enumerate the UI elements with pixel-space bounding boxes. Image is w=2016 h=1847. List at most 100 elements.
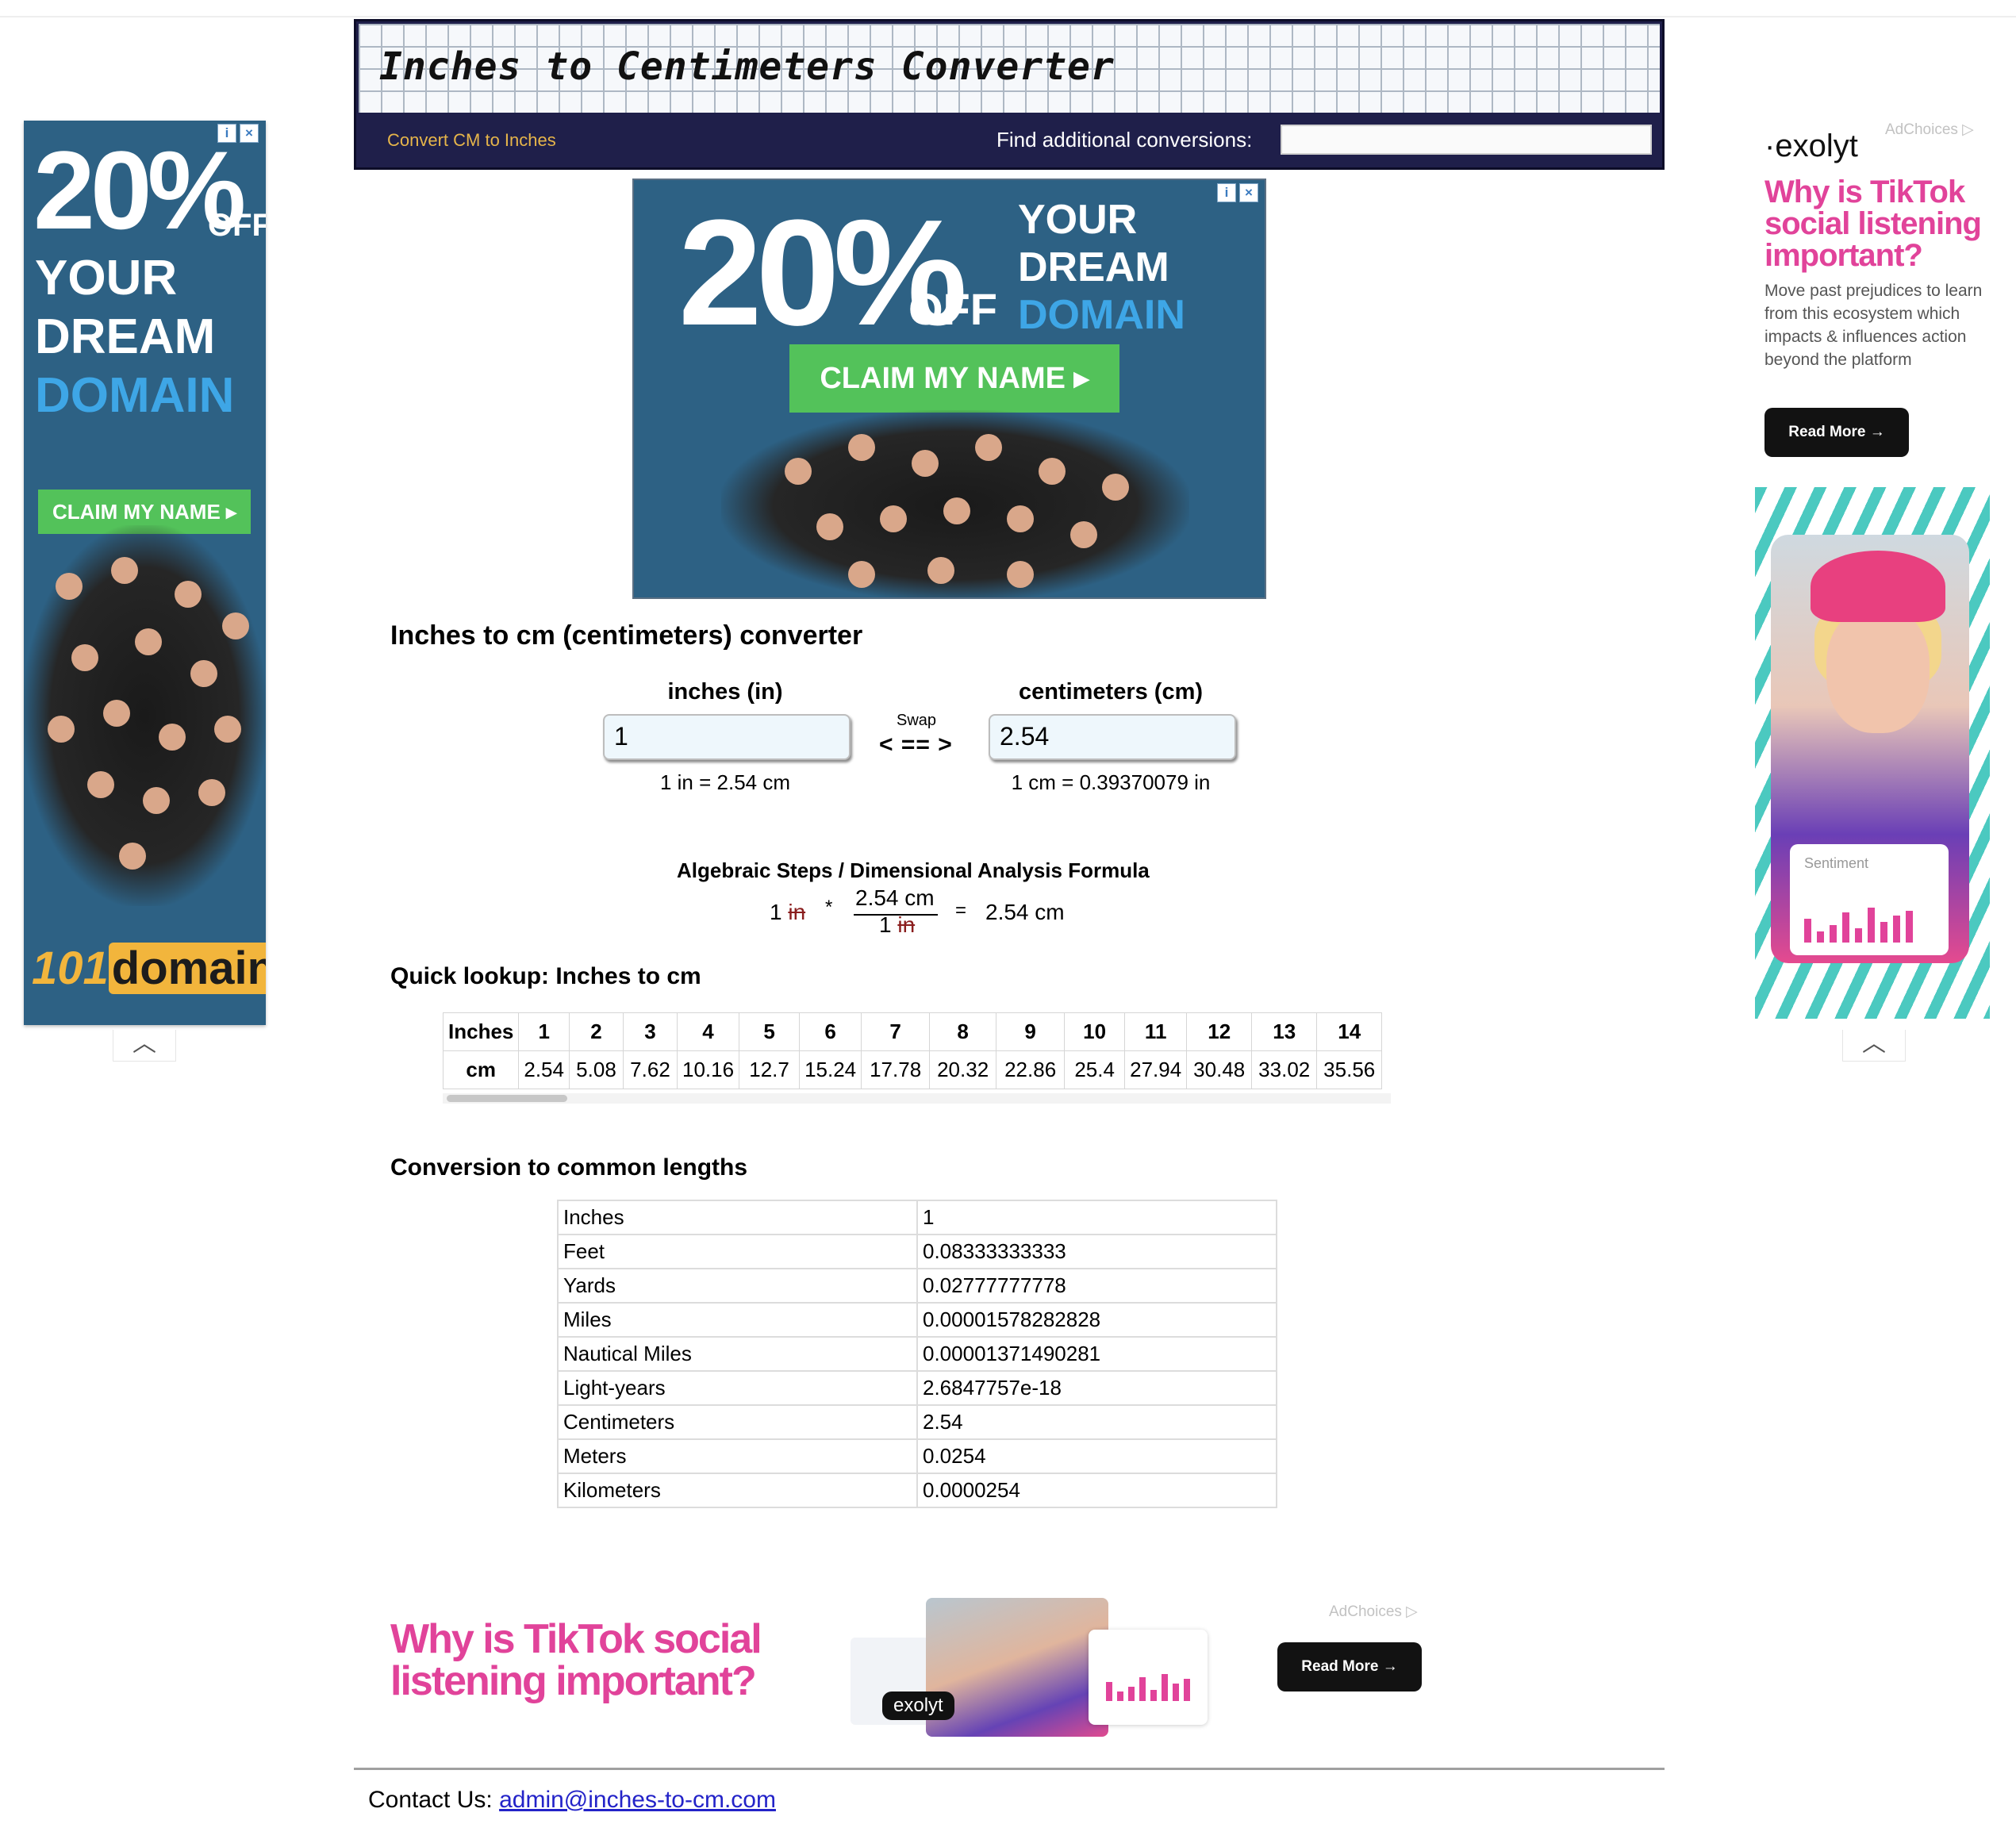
cm-cell: 20.32 — [929, 1050, 997, 1089]
inches-cell: 6 — [799, 1012, 862, 1051]
ad-close-icon[interactable]: × — [1239, 183, 1258, 202]
inches-row: Inches 1 2 3 4 5 6 7 8 9 10 11 12 13 14 — [442, 1012, 1383, 1051]
inches-cell: 5 — [739, 1012, 801, 1051]
bottom-tiktok-ad[interactable]: Why is TikTok social listening important… — [349, 1587, 1460, 1745]
formula-denominator-number: 1 — [879, 912, 892, 937]
formula-denominator-unit: in — [897, 912, 916, 937]
inches-cell: 2 — [568, 1012, 624, 1051]
inches-cell: 10 — [1064, 1012, 1126, 1051]
read-more-button[interactable]: Read More → — [1277, 1642, 1422, 1691]
model-face — [1826, 606, 1930, 733]
ad-off: OFF — [208, 208, 266, 243]
inches-cell: 13 — [1251, 1012, 1318, 1051]
cm-cell: 10.16 — [676, 1050, 740, 1089]
exolyt-logo: ·exolyt — [1764, 129, 1858, 163]
exolyt-badge: exolyt — [882, 1691, 954, 1720]
unit-value-cell: 0.00001578282828 — [916, 1302, 1277, 1338]
ad-line-domain: DOMAIN — [35, 368, 235, 423]
left-domain-ad[interactable]: i × 20% OFF YOUR DREAM DOMAIN CLAIM MY N… — [24, 121, 266, 1025]
unit-value-cell: 2.6847757e-18 — [916, 1370, 1277, 1406]
top-divider — [0, 16, 2016, 17]
common-length-row: Yards 0.02777777778 — [557, 1268, 1277, 1304]
ad-headline-line2: listening important? — [390, 1658, 757, 1704]
cm-cell: 22.86 — [996, 1050, 1066, 1089]
formula-lhs: 1 in — [770, 900, 805, 925]
ad-headline: Why is TikTok social listening important… — [390, 1619, 762, 1704]
unit-value-cell: 0.0254 — [916, 1438, 1277, 1474]
unit-value-cell: 0.00001371490281 — [916, 1336, 1277, 1372]
site-header: Inches to Centimeters Converter Convert … — [354, 19, 1665, 170]
ad-controls[interactable]: i × — [1217, 183, 1258, 202]
formula-lhs-unit: in — [788, 900, 806, 924]
unit-value-cell: 1 — [916, 1200, 1277, 1235]
collapse-right-ad-button[interactable]: ︿ — [1842, 1030, 1906, 1062]
quick-lookup-table: Inches 1 2 3 4 5 6 7 8 9 10 11 12 13 14 cm 2.54 5.08 7.… — [442, 1012, 1383, 1089]
adchoices-label[interactable]: AdChoices ▷ — [1329, 1603, 1418, 1621]
sentiment-bars — [1106, 1669, 1190, 1701]
contact-label: Contact Us: — [368, 1787, 493, 1813]
centimeters-input[interactable]: 2.54 — [989, 714, 1236, 760]
inches-cell: 11 — [1124, 1012, 1188, 1051]
unit-value-cell: 0.0000254 — [916, 1473, 1277, 1508]
common-length-row: Feet 0.08333333333 — [557, 1234, 1277, 1269]
ad-close-icon[interactable]: × — [240, 124, 259, 143]
formula-result: 2.54 cm — [985, 900, 1065, 924]
center-domain-ad[interactable]: i × 20% OFF YOUR DREAM DOMAIN CLAIM MY N… — [632, 179, 1266, 599]
unit-name-cell: Nautical Miles — [557, 1336, 918, 1372]
claim-my-name-button[interactable]: CLAIM MY NAME ▸ — [789, 344, 1119, 413]
inches-label: inches (in) — [667, 679, 783, 705]
page-title: Inches to cm (centimeters) converter — [390, 620, 863, 651]
unit-value-cell: 2.54 — [916, 1404, 1277, 1440]
common-length-row: Inches 1 — [557, 1200, 1277, 1235]
read-more-button[interactable]: Read More → — [1764, 408, 1909, 457]
right-tiktok-ad[interactable]: AdChoices ▷ ·exolyt Why is TikTok social… — [1749, 121, 1995, 1025]
quick-lookup-title: Quick lookup: Inches to cm — [390, 963, 701, 989]
cm-cell: 7.62 — [622, 1050, 678, 1089]
cm-cell: 25.4 — [1064, 1050, 1126, 1089]
formula-fraction-denominator: 1 in — [879, 912, 915, 938]
phone-frame: Sentiment — [1771, 535, 1969, 963]
site-title: Inches to Centimeters Converter — [379, 44, 1115, 89]
ad-line-domain: DOMAIN — [1018, 292, 1185, 338]
swap-button[interactable]: < == > — [879, 732, 953, 758]
formula-equals: = — [955, 900, 967, 921]
inches-input[interactable]: 1 — [603, 714, 851, 760]
cm-cell: 12.7 — [739, 1050, 801, 1089]
crowd-photo — [24, 525, 266, 906]
ad-collage-image: exolyt — [851, 1598, 1215, 1741]
ad-info-icon[interactable]: i — [1217, 183, 1236, 202]
unit-name-cell: Feet — [557, 1234, 918, 1269]
unit-name-cell: Meters — [557, 1438, 918, 1474]
cm-cell: 5.08 — [568, 1050, 624, 1089]
header-banner: Inches to Centimeters Converter — [359, 24, 1660, 113]
formula-fraction-numerator: 2.54 cm — [855, 885, 935, 910]
row-label-cm: cm — [442, 1050, 520, 1089]
algebra-title: Algebraic Steps / Dimensional Analysis F… — [677, 858, 1150, 882]
unit-name-cell: Yards — [557, 1268, 918, 1304]
common-length-row: Meters 0.0254 — [557, 1438, 1277, 1474]
unit-name-cell: Inches — [557, 1200, 918, 1235]
quick-lookup-scrollbar[interactable] — [443, 1093, 1391, 1104]
find-conversions-input[interactable] — [1281, 125, 1652, 155]
sentiment-card: Sentiment — [1790, 844, 1949, 955]
ad-off: OFF — [908, 284, 997, 334]
sentiment-label: Sentiment — [1804, 855, 1869, 871]
ad-headline: Why is TikTok social listening important… — [1764, 175, 1982, 273]
cm-cell: 15.24 — [799, 1050, 862, 1089]
cm-cell: 27.94 — [1124, 1050, 1188, 1089]
quick-lookup-scroll-thumb[interactable] — [447, 1095, 567, 1102]
contact-email-link[interactable]: admin@inches-to-cm.com — [499, 1787, 776, 1813]
footer-divider — [354, 1768, 1665, 1770]
formula-lhs-number: 1 — [770, 900, 782, 924]
find-conversions-label: Find additional conversions: — [996, 128, 1253, 152]
ad-photo: Sentiment — [1755, 487, 1990, 1019]
model-photo — [926, 1598, 1108, 1737]
ad-headline: YOUR DREAM DOMAIN — [1018, 196, 1185, 339]
ad-line-your: YOUR — [35, 251, 178, 305]
adchoices-label[interactable]: AdChoices ▷ — [1885, 121, 1974, 139]
common-lengths-title: Conversion to common lengths — [390, 1154, 748, 1181]
common-length-row: Nautical Miles 0.00001371490281 — [557, 1336, 1277, 1372]
swap-label: Swap — [897, 712, 937, 729]
convert-cm-to-inches-link[interactable]: Convert CM to Inches — [387, 130, 556, 151]
collapse-left-ad-button[interactable]: ︿ — [113, 1030, 176, 1062]
